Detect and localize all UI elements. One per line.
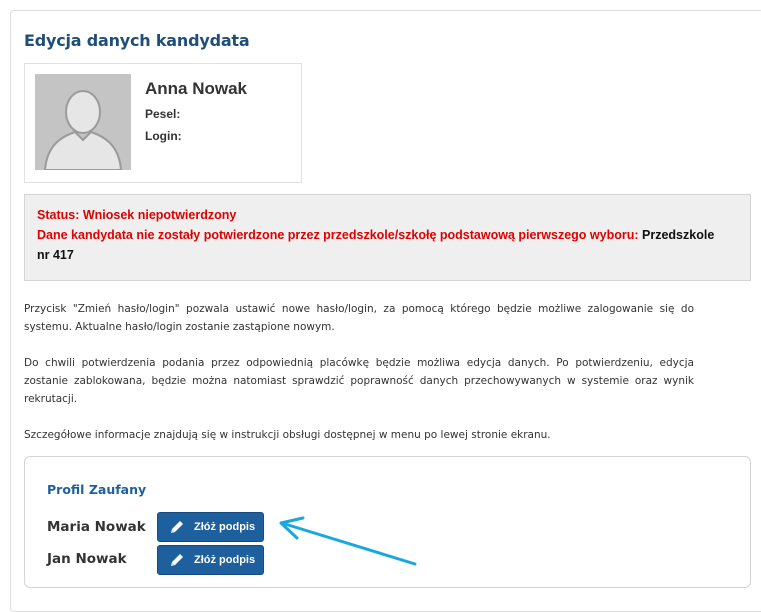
status-message-line: Dane kandydata nie zostały potwierdzone … xyxy=(37,228,714,242)
pencil-icon xyxy=(168,551,186,569)
sign-button-jan[interactable]: Złóż podpis xyxy=(157,545,264,575)
status-school-part1: Przedszkole xyxy=(642,228,715,242)
annotation-arrow-icon xyxy=(279,516,417,566)
signer-name: Jan Nowak xyxy=(47,551,127,567)
login-label: Login: xyxy=(145,129,182,143)
candidate-name: Anna Nowak xyxy=(145,79,248,98)
profil-zaufany-title: Profil Zaufany xyxy=(47,482,147,497)
status-message: Dane kandydata nie zostały potwierdzone … xyxy=(37,228,639,242)
signer-name: Maria Nowak xyxy=(47,519,146,535)
info-paragraph-instructions: Szczegółowe informacje znajdują się w in… xyxy=(24,429,551,441)
candidate-card: Anna Nowak Pesel: Login: xyxy=(24,63,302,183)
sign-button-maria[interactable]: Złóż podpis xyxy=(157,512,264,542)
status-alert: Status: Wniosek niepotwierdzony Dane kan… xyxy=(24,194,751,281)
info-paragraph-editing: Do chwili potwierdzenia podania przez od… xyxy=(24,357,694,405)
user-silhouette-icon xyxy=(35,74,131,171)
pencil-icon xyxy=(168,518,186,536)
info-paragraph-password: Przycisk "Zmień hasło/login" pozwala ust… xyxy=(24,303,694,333)
sign-button-label: Złóż podpis xyxy=(194,554,256,566)
sign-button-label: Złóż podpis xyxy=(194,521,256,533)
page-title: Edycja danych kandydata xyxy=(24,31,250,50)
pesel-label: Pesel: xyxy=(145,107,181,121)
status-school-part2: nr 417 xyxy=(37,248,74,262)
status-label: Status: Wniosek niepotwierdzony xyxy=(37,208,237,222)
